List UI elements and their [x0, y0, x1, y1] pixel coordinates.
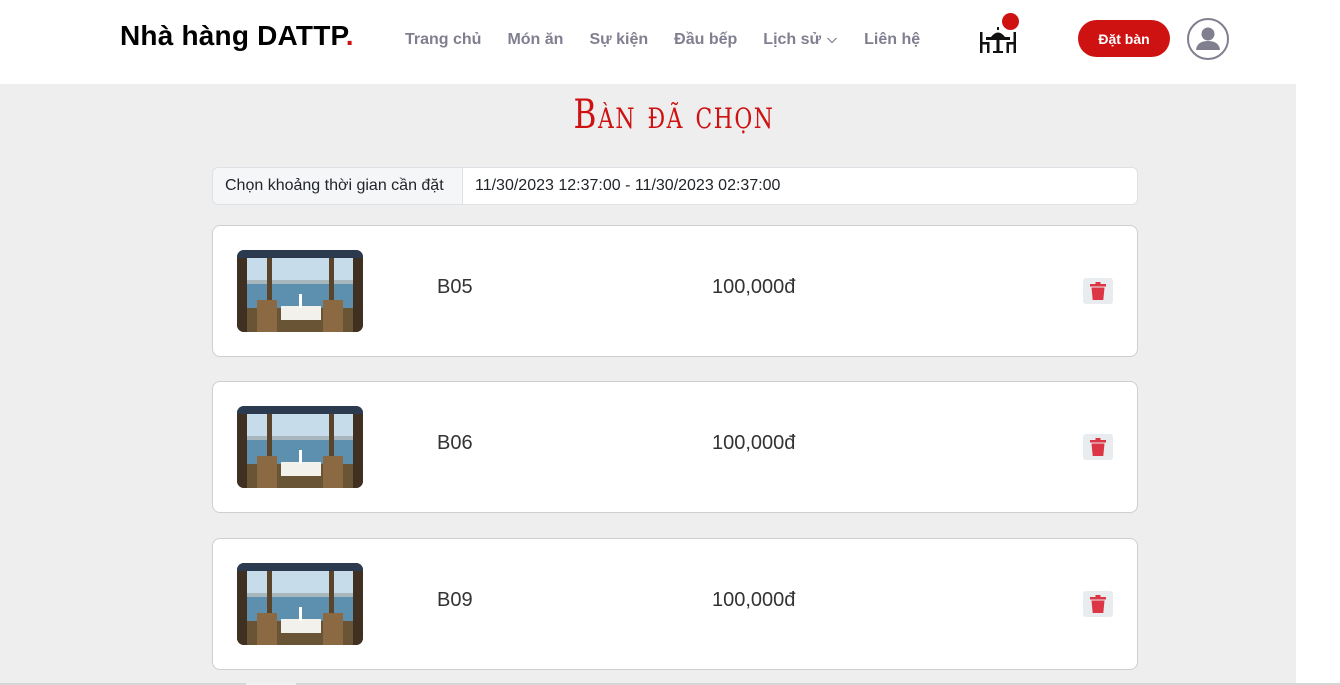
nav-item-events[interactable]: Sự kiện [589, 31, 648, 49]
table-name: B05 [437, 276, 473, 298]
delete-table-button[interactable] [1083, 278, 1113, 304]
book-table-button[interactable]: Đặt bàn [1078, 20, 1170, 57]
table-image [237, 250, 363, 332]
page-title: Bàn đã chọn [573, 92, 775, 138]
site-header: Nhà hàng DATTP. Trang chủ Món ăn Sự kiện… [0, 0, 1340, 84]
trash-icon [1090, 438, 1106, 456]
delete-table-button[interactable] [1083, 434, 1113, 460]
brand-dot: . [345, 20, 354, 51]
table-image [237, 406, 363, 488]
user-icon [1196, 27, 1220, 50]
brand-logo[interactable]: Nhà hàng DATTP. [120, 20, 354, 52]
nav-item-contact[interactable]: Liên hệ [864, 31, 920, 49]
table-image [237, 563, 363, 645]
nav-item-chefs[interactable]: Đầu bếp [674, 31, 737, 49]
time-range-input[interactable] [462, 167, 1138, 205]
selected-table-card: B06 100,000đ [212, 381, 1138, 513]
trash-icon [1090, 282, 1106, 300]
table-price: 100,000đ [712, 276, 796, 298]
delete-table-button[interactable] [1083, 591, 1113, 617]
time-range-group: Chọn khoảng thời gian cần đặt [212, 167, 1138, 205]
selected-table-card: B09 100,000đ [212, 538, 1138, 670]
chevron-down-icon [827, 37, 838, 44]
nav-item-menu[interactable]: Món ăn [507, 31, 563, 49]
cart-badge [1002, 13, 1019, 30]
trash-icon [1090, 595, 1106, 613]
main-nav: Trang chủ Món ăn Sự kiện Đầu bếp Lịch sử… [392, 28, 933, 52]
table-price: 100,000đ [712, 589, 796, 611]
nav-item-home[interactable]: Trang chủ [405, 31, 481, 49]
time-range-label: Chọn khoảng thời gian cần đặt [212, 167, 462, 205]
main-content: Bàn đã chọn Chọn khoảng thời gian cần đặ… [0, 84, 1296, 685]
table-name: B06 [437, 432, 473, 454]
table-price: 100,000đ [712, 432, 796, 454]
selected-table-card: B05 100,000đ [212, 225, 1138, 357]
user-avatar-icon[interactable] [1187, 18, 1229, 60]
nav-item-history[interactable]: Lịch sử [763, 31, 838, 49]
brand-name: Nhà hàng DATTP [120, 20, 346, 51]
table-name: B09 [437, 589, 473, 611]
